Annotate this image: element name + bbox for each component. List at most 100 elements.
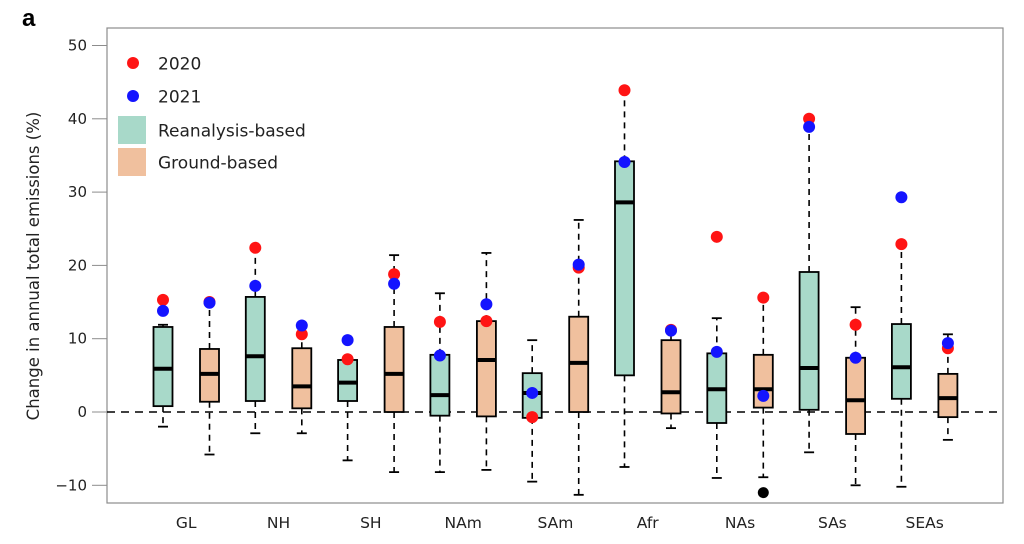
year-dots-ground-sam	[572, 258, 585, 274]
reanalysis-box-sam	[521, 339, 543, 483]
legend-label: Ground-based	[158, 154, 278, 174]
iqr-box	[383, 326, 405, 413]
iqr-box	[660, 339, 682, 415]
legend: 2020 2021 Reanalysis-based Ground-based	[118, 55, 306, 176]
legend-marker-box	[118, 116, 146, 144]
legend-label: 2021	[158, 88, 201, 108]
year-dots-ground-nh	[295, 319, 308, 341]
legend-marker-dot	[127, 90, 139, 102]
reanalysis-box-afr	[614, 89, 635, 468]
x-category-label: SAm	[538, 514, 574, 532]
dot-2021	[572, 258, 585, 271]
iqr-box	[614, 160, 635, 377]
y-tick-label: 30	[68, 183, 87, 201]
iqr-box	[891, 323, 912, 400]
year-dots-ground-seas	[941, 337, 954, 355]
iqr-box	[937, 372, 959, 419]
y-tick-label: 10	[68, 330, 87, 348]
y-tick-label: 20	[68, 256, 87, 274]
x-category-label: SH	[360, 514, 382, 532]
dot-2021	[941, 337, 954, 350]
x-category-label: SAs	[818, 514, 847, 532]
y-tick-label: 50	[68, 37, 87, 55]
dot-2021	[249, 279, 262, 292]
iqr-box	[244, 296, 266, 402]
ground-box-sas	[845, 306, 866, 487]
dot-2020	[433, 315, 446, 328]
y-tick-label: 0	[77, 403, 87, 421]
dot-2021	[618, 156, 631, 169]
dot-2021	[295, 319, 308, 332]
reanalysis-box-sh	[337, 359, 359, 462]
dot-2020	[895, 238, 908, 251]
dot-2020	[480, 315, 493, 328]
dot-2020	[341, 353, 354, 366]
legend-label: Reanalysis-based	[158, 122, 306, 142]
dot-2020	[157, 293, 169, 306]
dot-2020	[757, 291, 770, 304]
year-dots-reanalysis-seas	[895, 191, 908, 251]
reanalysis-box-nas	[706, 317, 728, 479]
y-axis-label: Change in annual total emissions (%)	[24, 112, 43, 421]
ground-box-nam	[475, 252, 497, 471]
dot-2021	[895, 191, 908, 204]
y-tick-label: 40	[68, 110, 87, 128]
dot-2021	[433, 349, 446, 362]
dot-2021	[157, 304, 169, 317]
iqr-box	[475, 320, 497, 418]
ground-box-gl	[199, 301, 220, 456]
legend-label: 2020	[158, 55, 201, 75]
year-dots-ground-gl	[203, 296, 216, 309]
year-dots-ground-afr	[665, 323, 677, 337]
reanalysis-box-seas	[891, 243, 912, 488]
iqr-box	[429, 353, 451, 417]
x-axis: GL NH SH NAm SAm Afr NAs SAs SEAs	[176, 514, 944, 532]
iqr-box	[337, 359, 359, 402]
dot-2021	[526, 386, 539, 399]
iqr-box	[152, 326, 174, 408]
ground-box-afr	[660, 329, 682, 430]
year-dots-reanalysis-nh	[249, 241, 262, 292]
dot-2020	[710, 230, 723, 243]
year-dots-reanalysis-gl	[157, 293, 169, 317]
panel-label: a	[22, 5, 36, 32]
dot-2021	[710, 345, 723, 358]
iqr-box	[798, 271, 820, 411]
reanalysis-box-sas	[798, 125, 820, 454]
dot-2021	[849, 351, 862, 364]
boxplot-chart: a −10 0 10 20 30 40 50 Change in annual total …	[22, 5, 1004, 532]
ground-box-nh	[291, 331, 313, 435]
dot-2021	[665, 324, 677, 337]
x-category-label: NH	[267, 514, 290, 532]
year-dots-reanalysis-sas	[803, 112, 816, 133]
dot-2020	[618, 84, 631, 97]
reanalysis-box-nh	[244, 247, 266, 435]
year-dots-reanalysis-sh	[341, 334, 354, 366]
boxes	[152, 89, 959, 499]
iqr-box	[291, 347, 313, 410]
dot-2021	[341, 334, 354, 347]
dot-2021	[203, 296, 216, 309]
x-category-label: SEAs	[905, 514, 943, 532]
x-category-label: NAs	[725, 514, 755, 532]
dot-2021	[757, 389, 770, 402]
x-category-label: Afr	[637, 514, 660, 532]
legend-marker-dot	[127, 57, 139, 69]
x-category-label: NAm	[445, 514, 482, 532]
plot-frame-rect	[106, 27, 1004, 504]
dot-2020	[249, 241, 262, 254]
y-axis: −10 0 10 20 30 40 50	[55, 37, 107, 494]
year-dots-ground-sh	[388, 268, 401, 290]
dot-2021	[480, 298, 493, 311]
dot-2020	[849, 318, 862, 331]
plot-frame	[106, 27, 1004, 504]
dot-2020	[526, 411, 539, 424]
dot-2021	[388, 277, 401, 290]
iqr-box	[845, 356, 866, 435]
dot-2021	[803, 120, 816, 133]
outlier-point	[757, 487, 769, 499]
y-tick-label: −10	[55, 476, 87, 494]
x-category-label: GL	[176, 514, 197, 532]
year-dots-ground-nam	[480, 298, 493, 328]
legend-marker-box	[118, 148, 146, 176]
